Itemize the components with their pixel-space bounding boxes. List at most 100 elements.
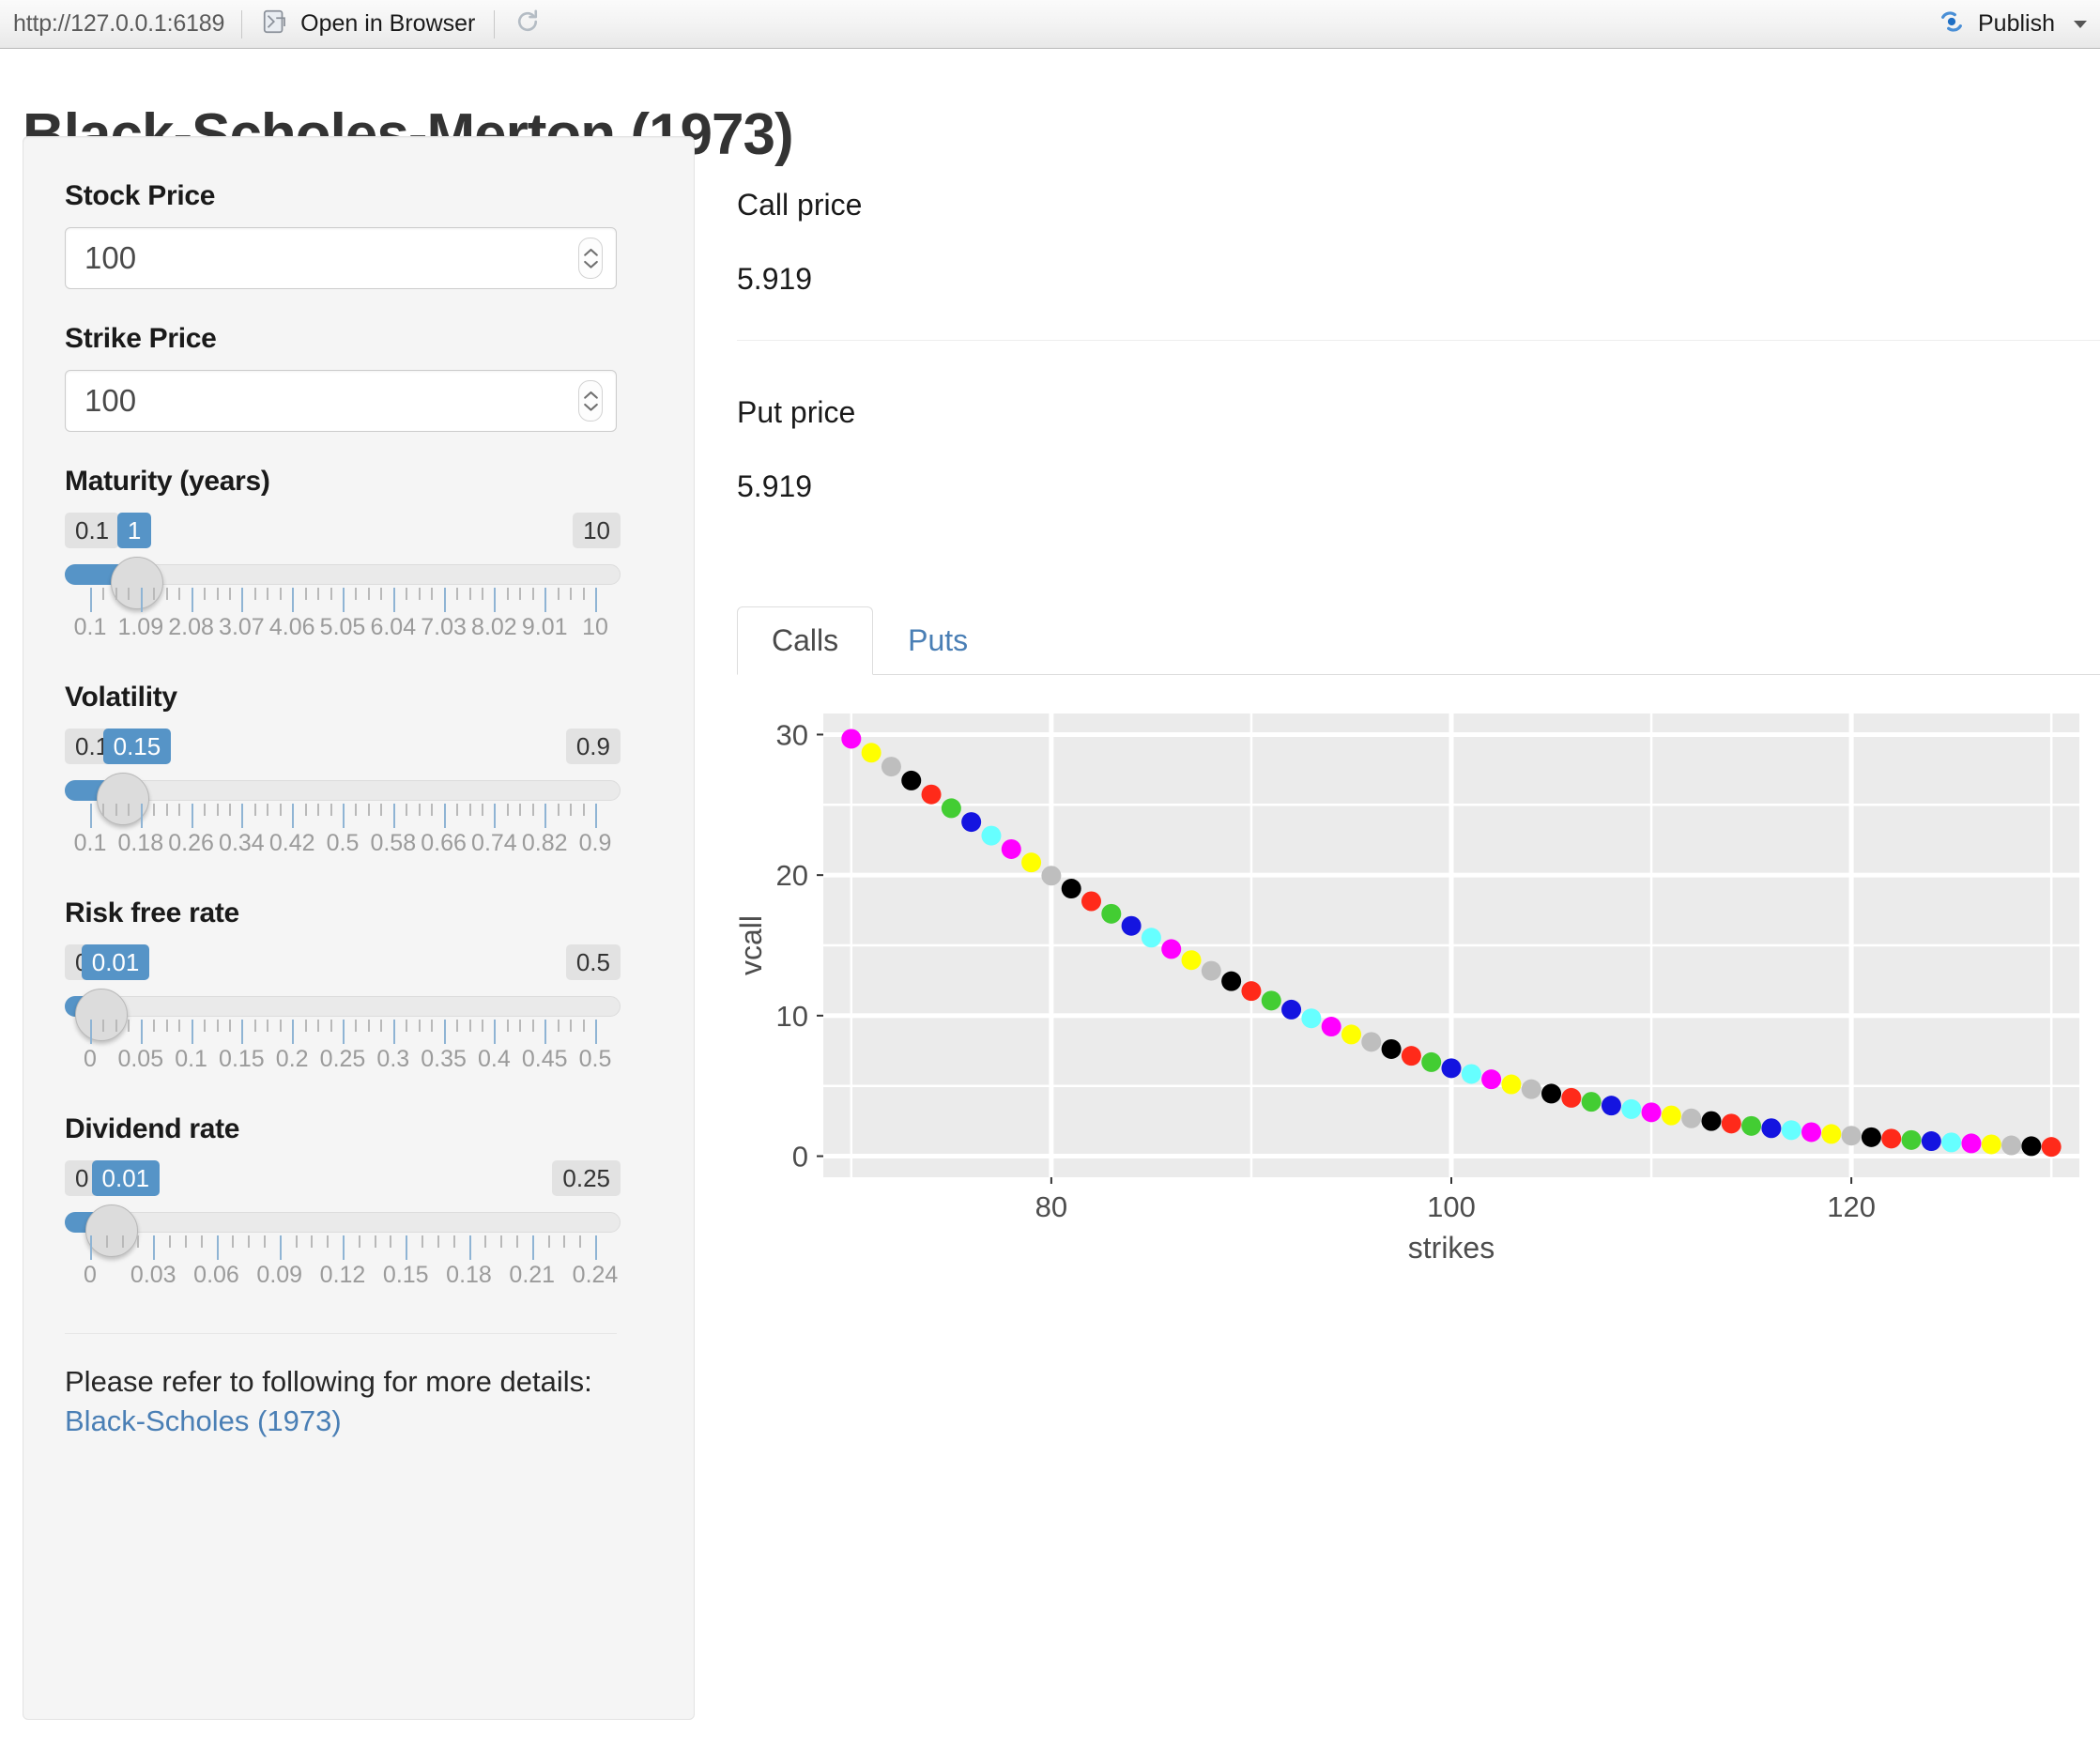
data-point: [881, 757, 901, 777]
slider-tick-major: [443, 804, 446, 828]
risk-free-rate-slider[interactable]: 0 0.5 0.01 0 0.05 0.1 0.15 0.2 0.25 0.3 0.35 0.4 0.4…: [65, 944, 621, 1085]
data-point: [1941, 1132, 1962, 1153]
stock-price-input[interactable]: 100: [65, 227, 617, 289]
slider-tick-label: 0.58: [370, 830, 417, 856]
slider-value-label: 0.15: [102, 729, 172, 764]
slider-tick-major: [392, 804, 395, 828]
slider-tick-minor: [178, 588, 181, 600]
data-point: [861, 743, 881, 763]
slider-tick-label: 0.5: [326, 830, 360, 856]
slider-tick-minor: [200, 1235, 203, 1248]
slider-ticks: [65, 804, 621, 828]
slider-tick-minor: [557, 1020, 559, 1032]
slider-tick-label: 2.08: [168, 614, 214, 640]
slider-tick-minor: [267, 804, 269, 816]
slider-tick-label: 0.74: [471, 830, 517, 856]
slider-tick-label: 0.03: [130, 1262, 176, 1288]
data-point: [841, 729, 862, 749]
slider-tick-minor: [406, 588, 408, 600]
slider-tick-minor: [557, 588, 559, 600]
tab-calls[interactable]: Calls: [737, 606, 874, 675]
slider-tick-minor: [304, 804, 307, 816]
slider-tick-label: 0.1: [73, 614, 107, 640]
slider-tick-minor: [165, 1020, 168, 1032]
data-point: [1261, 990, 1281, 1011]
slider-tick-label: 0.82: [521, 830, 568, 856]
publish-button[interactable]: Publish: [1918, 4, 2064, 45]
strike-price-label: Strike Price: [65, 323, 217, 354]
slider-tick-minor: [367, 1020, 370, 1032]
slider-tick-label: 0.9: [578, 830, 612, 856]
slider-tick-major: [595, 1235, 597, 1260]
maturity-slider[interactable]: 0.1 10 1 0.1 1.09 2.08 3.07 4.06 5.05 6.04 7.03 8.0…: [65, 513, 621, 653]
stock-price-stepper[interactable]: [578, 238, 603, 279]
slider-tick-label: 0.66: [421, 830, 467, 856]
strike-price-value: 100: [84, 383, 137, 418]
slider-tick-label: 0.3: [376, 1046, 410, 1072]
strike-price-input[interactable]: 100: [65, 370, 617, 432]
data-point: [1061, 879, 1081, 899]
slider-tick-minor: [128, 1020, 130, 1032]
slider-tick-minor: [579, 1235, 582, 1248]
maturity-label: Maturity (years): [65, 466, 270, 497]
data-point: [1101, 903, 1122, 924]
slider-tick-label: 0.12: [319, 1262, 366, 1288]
slider-tick-minor: [115, 588, 117, 600]
slider-tick-major: [241, 804, 244, 828]
slider-tick-minor: [519, 588, 522, 600]
slider-tick-minor: [228, 1020, 231, 1032]
data-point: [1181, 950, 1202, 971]
address-url[interactable]: http://127.0.0.1:6189: [0, 10, 241, 38]
sidebar-divider: [65, 1333, 617, 1334]
slider-tick-minor: [253, 804, 256, 816]
slider-tick-minor: [547, 1235, 550, 1248]
slider-value-label: 1: [116, 513, 152, 548]
slider-tick-minor: [531, 1020, 534, 1032]
data-point: [1461, 1064, 1481, 1084]
main-panel: Call price 5.919 Put price 5.919: [737, 188, 2100, 504]
x-axis-tick-label: 100: [1427, 1190, 1476, 1223]
slider-tick-minor: [216, 588, 219, 600]
slider-tick-major: [392, 588, 395, 612]
slider-tick-major: [292, 1020, 295, 1044]
slider-tick-major: [443, 1020, 446, 1044]
black-scholes-link[interactable]: Black-Scholes (1973): [65, 1404, 342, 1437]
plot-tabs: Calls Puts: [737, 601, 2100, 675]
slider-tick-label: 0.45: [521, 1046, 568, 1072]
slider-tick-label: 0.25: [319, 1046, 366, 1072]
call-price-value: 5.919: [737, 262, 813, 296]
data-point: [1581, 1092, 1602, 1112]
y-axis-tick-label: 0: [792, 1141, 808, 1173]
tab-puts[interactable]: Puts: [873, 606, 1003, 675]
slider-tick-major: [531, 1235, 534, 1260]
slider-tick-minor: [165, 804, 168, 816]
dividend-rate-slider[interactable]: 0 0.25 0.01 0 0.03 0.06 0.09 0.12 0.15 0.18 0.21 0.…: [65, 1160, 621, 1301]
slider-tick-minor: [279, 1020, 282, 1032]
slider-track[interactable]: [65, 996, 621, 1017]
maturity-slider-block: Maturity (years) 0.1 10 1 0.1 1.09 2.08 3.07 4.…: [65, 466, 652, 653]
slider-tick-major: [140, 804, 143, 828]
caret-down-icon[interactable]: [2074, 20, 2087, 28]
slider-tick-minor: [267, 588, 269, 600]
slider-tick-minor: [115, 804, 117, 816]
data-point: [1661, 1105, 1681, 1126]
data-point: [1221, 971, 1242, 991]
slider-tick-minor: [267, 1020, 269, 1032]
data-point: [1841, 1126, 1862, 1146]
data-point: [1501, 1074, 1522, 1095]
slider-tick-minor: [519, 1020, 522, 1032]
data-point: [1621, 1098, 1642, 1119]
slider-track[interactable]: [65, 1212, 621, 1233]
slider-tick-minor: [295, 1235, 298, 1248]
refresh-button[interactable]: [495, 4, 560, 45]
volatility-slider[interactable]: 0.1 0.9 0.15 0.1 0.18 0.26 0.34 0.42 0.5 0.58 0.66…: [65, 729, 621, 869]
slider-tick-minor: [216, 1020, 219, 1032]
strike-price-stepper[interactable]: [578, 380, 603, 422]
open-in-browser-button[interactable]: Open in Browser: [242, 4, 494, 45]
slider-tick-minor: [105, 1235, 108, 1248]
volatility-label: Volatility: [65, 682, 177, 713]
slider-ticks: [65, 1020, 621, 1044]
slider-tick-minor: [327, 1235, 330, 1248]
slider-tick-major: [153, 1235, 156, 1260]
slider-tick-labels: 0.1 1.09 2.08 3.07 4.06 5.05 6.04 7.03 8.02 9.01 1…: [65, 614, 621, 644]
